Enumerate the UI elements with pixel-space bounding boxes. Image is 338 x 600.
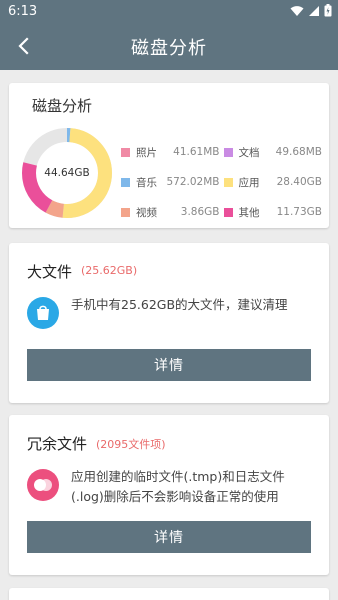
redundant-files-count: (2095文件项) bbox=[96, 438, 166, 451]
redundant-files-details-button[interactable]: 详情 bbox=[27, 521, 311, 553]
signal-icon bbox=[309, 5, 319, 16]
legend-item-music: 音乐 572.02MB bbox=[121, 167, 224, 197]
overlapping-circles-icon bbox=[27, 469, 59, 501]
page-title: 磁盘分析 bbox=[131, 38, 207, 59]
legend-swatch bbox=[223, 207, 233, 217]
storage-legend: 照片 41.61MB 文档 49.68MB 音乐 572.02MB 应用 28.… bbox=[121, 137, 326, 227]
legend-item-photos: 照片 41.61MB bbox=[121, 137, 224, 167]
large-files-size: (25.62GB) bbox=[81, 264, 138, 277]
large-files-title: 大文件 bbox=[27, 263, 73, 281]
redundant-files-title: 冗余文件 bbox=[27, 435, 88, 453]
large-files-description: 手机中有25.62GB的大文件，建议清理 bbox=[71, 297, 288, 312]
legend-swatch bbox=[223, 147, 233, 157]
status-time: 6:13 bbox=[8, 4, 38, 19]
disk-analysis-card: 磁盘分析 44.64GB 照片 41.61MB 文档 49.68MB 音乐 57… bbox=[9, 83, 329, 228]
next-card-partial bbox=[9, 588, 329, 600]
storage-donut-chart: 44.64GB bbox=[21, 127, 113, 219]
redundant-files-description: 应用创建的临时文件(.tmp)和日志文件(.log)删除后不会影响设备正常的使用 bbox=[71, 469, 285, 504]
disk-card-title: 磁盘分析 bbox=[32, 97, 93, 115]
legend-swatch bbox=[121, 177, 130, 187]
battery-icon bbox=[324, 4, 332, 17]
legend-swatch bbox=[121, 147, 130, 157]
legend-swatch bbox=[121, 207, 130, 217]
large-files-details-button[interactable]: 详情 bbox=[27, 349, 311, 381]
legend-item-other: 其他 11.73GB bbox=[223, 197, 327, 227]
donut-total-label: 44.64GB bbox=[44, 167, 90, 179]
legend-item-video: 视频 3.86GB bbox=[121, 197, 224, 227]
status-bar: 6:13 bbox=[0, 0, 338, 24]
legend-item-apps: 应用 28.40GB bbox=[223, 167, 327, 197]
large-files-card: 大文件 (25.62GB) 手机中有25.62GB的大文件，建议清理 详情 bbox=[9, 243, 329, 403]
legend-swatch bbox=[223, 177, 233, 187]
legend-item-documents: 文档 49.68MB bbox=[223, 137, 327, 167]
shopping-bag-icon bbox=[27, 297, 59, 329]
wifi-icon bbox=[290, 5, 304, 16]
app-bar: 磁盘分析 bbox=[0, 24, 338, 70]
redundant-files-card: 冗余文件 (2095文件项) 应用创建的临时文件(.tmp)和日志文件(.log… bbox=[9, 415, 329, 575]
